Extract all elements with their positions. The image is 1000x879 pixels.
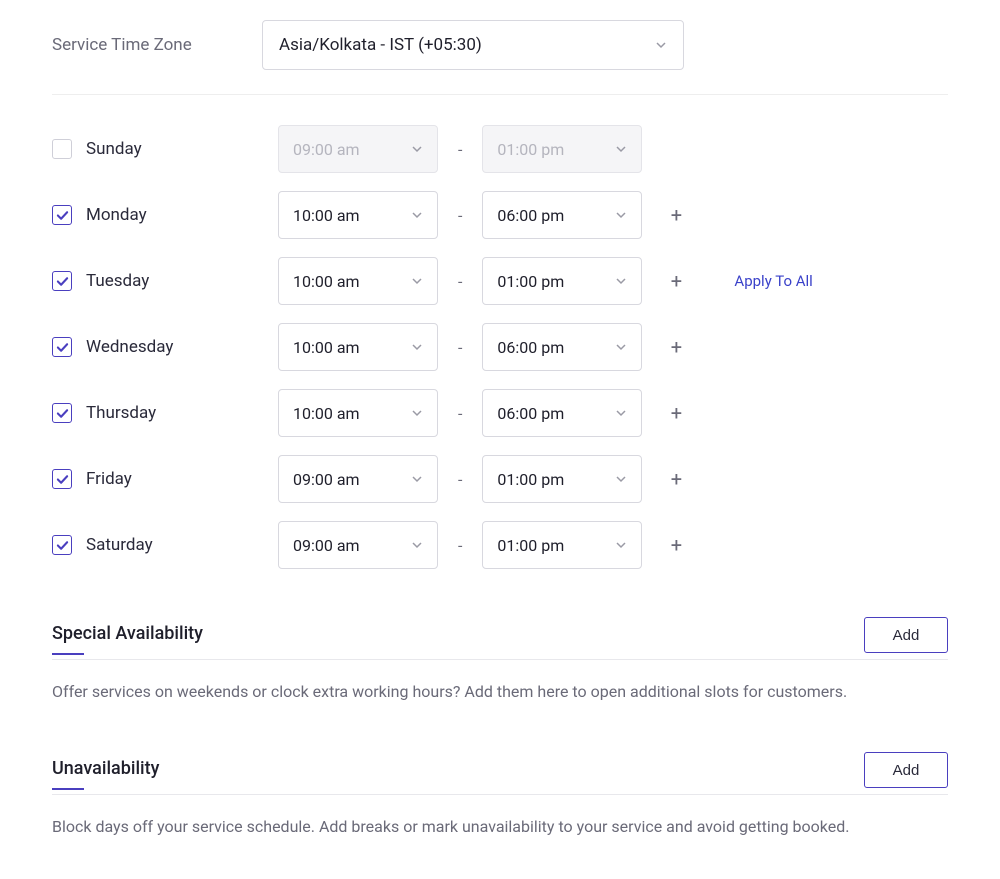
chevron-down-icon [411,407,423,419]
end-time-value: 06:00 pm [497,206,564,225]
time-dash: - [454,536,466,555]
time-dash: - [454,404,466,423]
chevron-down-icon [411,341,423,353]
start-time-select[interactable]: 09:00 am [278,521,438,569]
day-label: Sunday [86,139,142,159]
start-time-value: 10:00 am [293,404,360,423]
day-checkbox[interactable] [52,469,72,489]
day-label: Thursday [86,403,156,423]
chevron-down-icon [615,407,627,419]
chevron-down-icon [615,209,627,221]
end-time-select[interactable]: 01:00 pm [482,455,642,503]
day-row: Saturday 09:00 am - 01:00 pm + [52,521,948,569]
end-time-value: 01:00 pm [497,470,564,489]
day-label: Wednesday [86,337,173,357]
day-label: Monday [86,205,147,225]
start-time-value: 10:00 am [293,206,360,225]
end-time-value: 06:00 pm [497,404,564,423]
time-dash: - [454,272,466,291]
chevron-down-icon [615,143,627,155]
add-slot-icon[interactable]: + [664,467,688,491]
chevron-down-icon [655,39,667,51]
add-slot-icon[interactable]: + [664,203,688,227]
unavailability-title: Unavailability [52,758,159,789]
day-row: Wednesday 10:00 am - 06:00 pm + [52,323,948,371]
end-time-select[interactable]: 01:00 pm [482,521,642,569]
chevron-down-icon [411,209,423,221]
start-time-value: 09:00 am [293,536,360,555]
day-label: Tuesday [86,271,149,291]
end-time-value: 06:00 pm [497,338,564,357]
add-special-button[interactable]: Add [864,617,948,653]
start-time-select[interactable]: 10:00 am [278,389,438,437]
end-time-value: 01:00 pm [497,272,564,291]
days-schedule: Sunday 09:00 am - 01:00 pm Monday 10:00 am - 06… [52,95,948,569]
chevron-down-icon [411,473,423,485]
end-time-value: 01:00 pm [497,140,564,159]
day-checkbox[interactable] [52,403,72,423]
start-time-select[interactable]: 10:00 am [278,257,438,305]
start-time-value: 10:00 am [293,272,360,291]
special-availability-desc: Offer services on weekends or clock extr… [52,680,948,704]
day-label: Friday [86,469,132,489]
unavailability-section: Unavailability Add Block days off your s… [52,752,948,839]
timezone-select[interactable]: Asia/Kolkata - IST (+05:30) [262,20,684,70]
chevron-down-icon [615,341,627,353]
day-label: Saturday [86,535,153,555]
day-row: Monday 10:00 am - 06:00 pm + [52,191,948,239]
time-dash: - [454,206,466,225]
day-checkbox[interactable] [52,139,72,159]
time-dash: - [454,338,466,357]
day-row: Tuesday 10:00 am - 01:00 pm + Apply To All [52,257,948,305]
add-slot-icon[interactable]: + [664,533,688,557]
day-row: Thursday 10:00 am - 06:00 pm + [52,389,948,437]
end-time-select: 01:00 pm [482,125,642,173]
special-availability-section: Special Availability Add Offer services … [52,617,948,704]
end-time-select[interactable]: 06:00 pm [482,191,642,239]
chevron-down-icon [615,275,627,287]
day-row: Sunday 09:00 am - 01:00 pm [52,125,948,173]
start-time-select[interactable]: 10:00 am [278,323,438,371]
unavailability-desc: Block days off your service schedule. Ad… [52,815,948,839]
chevron-down-icon [411,143,423,155]
start-time-value: 09:00 am [293,140,360,159]
day-checkbox[interactable] [52,271,72,291]
end-time-select[interactable]: 01:00 pm [482,257,642,305]
time-dash: - [454,470,466,489]
add-slot-icon[interactable]: + [664,401,688,425]
day-checkbox[interactable] [52,535,72,555]
apply-to-all-link[interactable]: Apply To All [734,272,812,290]
chevron-down-icon [615,473,627,485]
timezone-value: Asia/Kolkata - IST (+05:30) [279,35,482,55]
chevron-down-icon [411,275,423,287]
add-slot-icon[interactable]: + [664,335,688,359]
timezone-row: Service Time Zone Asia/Kolkata - IST (+0… [52,20,948,95]
start-time-value: 10:00 am [293,338,360,357]
day-checkbox[interactable] [52,205,72,225]
chevron-down-icon [615,539,627,551]
day-checkbox[interactable] [52,337,72,357]
end-time-value: 01:00 pm [497,536,564,555]
timezone-label: Service Time Zone [52,35,242,55]
start-time-select[interactable]: 09:00 am [278,455,438,503]
add-unavailability-button[interactable]: Add [864,752,948,788]
chevron-down-icon [411,539,423,551]
time-dash: - [454,140,466,159]
special-availability-title: Special Availability [52,623,203,654]
start-time-value: 09:00 am [293,470,360,489]
end-time-select[interactable]: 06:00 pm [482,389,642,437]
end-time-select[interactable]: 06:00 pm [482,323,642,371]
day-row: Friday 09:00 am - 01:00 pm + [52,455,948,503]
add-slot-icon[interactable]: + [664,269,688,293]
start-time-select: 09:00 am [278,125,438,173]
start-time-select[interactable]: 10:00 am [278,191,438,239]
